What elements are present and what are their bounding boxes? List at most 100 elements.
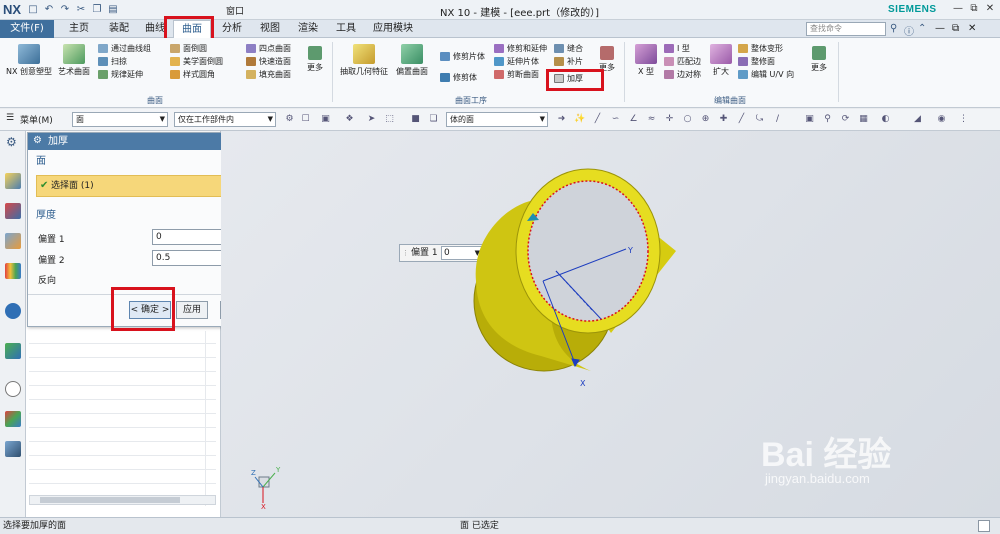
plus-snap-icon[interactable]: ✛ (664, 114, 675, 125)
save-icon[interactable]: □ (26, 3, 40, 16)
type-filter-select[interactable]: 面 ▼ (72, 112, 168, 127)
menu-button[interactable]: 菜单(M) (20, 113, 53, 126)
copy-icon[interactable]: ❐ (90, 3, 104, 16)
extend-sheet-button[interactable]: 延伸片体 (494, 55, 547, 68)
fit-view-icon[interactable]: ▣ (804, 114, 815, 125)
selection-scope-select[interactable]: 仅在工作部件内 ▼ (174, 112, 276, 127)
angle-snap-icon[interactable]: ∠ (628, 114, 639, 125)
close-icon[interactable]: ✕ (982, 2, 998, 16)
settings-icon[interactable]: ⋮ (958, 114, 969, 125)
extract-geometry-button[interactable]: 抽取几何特征 (338, 44, 390, 77)
graphics-window[interactable]: ⋮ 偏置 1 0 ▼ X Y Y X Z Bai 经验 jingyan.baid… (221, 131, 1000, 517)
circle-snap-icon[interactable]: ○ (682, 114, 693, 125)
command-search-input[interactable]: 查找命令 (806, 22, 886, 36)
minimize-icon[interactable]: — (950, 2, 966, 16)
line-snap-icon[interactable]: ╱ (592, 114, 603, 125)
clock-icon[interactable] (5, 381, 21, 397)
tab-applications[interactable]: 应用模块 (368, 20, 418, 38)
styled-blend-button[interactable]: 样式圆角 (170, 68, 223, 81)
edit-uv-button[interactable]: 编辑 U/V 向 (738, 68, 794, 81)
face-rule-select[interactable]: 体的面 ▼ (446, 112, 548, 127)
tangent-snap-icon[interactable]: ⤿ (754, 114, 765, 125)
tab-assembly[interactable]: 装配 (102, 20, 136, 38)
wave-snap-icon[interactable]: ≈ (646, 114, 657, 125)
selection-mode-icon[interactable]: ▣ (320, 114, 331, 125)
tab-home[interactable]: 主页 (62, 20, 96, 38)
through-curves-button[interactable]: 通过曲线组 (98, 42, 151, 55)
part-navigator-icon[interactable] (5, 173, 21, 189)
trim-body-button[interactable]: 修剪体 (440, 67, 485, 88)
role-icon[interactable] (5, 441, 21, 457)
rotate-icon[interactable]: ⟳ (840, 114, 851, 125)
history-icon[interactable] (5, 343, 21, 359)
minimize-doc-icon[interactable]: — (935, 23, 945, 34)
redo-icon[interactable]: ↷ (58, 3, 72, 16)
offset-surface-button[interactable]: 偏置曲面 (392, 44, 432, 77)
curve-snap-icon[interactable]: ∽ (610, 114, 621, 125)
restore-icon[interactable]: ⧉ (966, 2, 982, 16)
rapid-surfacing-button[interactable]: 快速造面 (246, 55, 291, 68)
snap-icon[interactable]: ❖ (344, 114, 355, 125)
body-icon[interactable]: ■ (410, 114, 421, 125)
more-surface-button[interactable]: 更多 (304, 46, 326, 73)
aesthetic-face-blend-button[interactable]: 美学面倒圆 (170, 55, 223, 68)
trim-and-extend-button[interactable]: 修剪和延伸 (494, 42, 547, 55)
paste-icon[interactable]: ▤ (106, 3, 120, 16)
search-icon[interactable]: ⚲ (890, 23, 897, 34)
horizontal-scrollbar[interactable] (29, 495, 216, 505)
filter-icon[interactable]: ⚙ (284, 114, 295, 125)
divide-face-button[interactable]: 剪断曲面 (494, 68, 547, 81)
navigator-list[interactable] (29, 331, 216, 506)
status-info-icon[interactable] (978, 520, 990, 532)
cursor-icon[interactable]: ➤ (366, 114, 377, 125)
trim-sheet-button[interactable]: 修剪片体 (440, 46, 485, 67)
enlarge-button[interactable]: 扩大 (708, 44, 734, 77)
hamburger-icon[interactable]: ☰ (6, 113, 14, 123)
global-shaping-button[interactable]: 整体变形 (738, 42, 794, 55)
tube-part[interactable] (473, 168, 676, 372)
center-snap-icon[interactable]: ⊕ (700, 114, 711, 125)
match-edge-button[interactable]: 匹配边 (664, 55, 701, 68)
sew-button[interactable]: 缝合 (554, 42, 583, 55)
visibility-icon[interactable]: ◉ (936, 114, 947, 125)
render-style-icon[interactable]: ◐ (880, 114, 891, 125)
tab-render[interactable]: 渲染 (292, 20, 324, 38)
arrow-right-icon[interactable]: ➜ (556, 114, 567, 125)
fill-surface-button[interactable]: 填充曲面 (246, 68, 291, 81)
tab-analysis[interactable]: 分析 (216, 20, 248, 38)
cross-snap-icon[interactable]: ✚ (718, 114, 729, 125)
cube-icon[interactable]: ❏ (428, 114, 439, 125)
undo-icon[interactable]: ↶ (42, 3, 56, 16)
swept-button[interactable]: 扫掠 (98, 55, 151, 68)
gear-icon[interactable]: ⚙ (6, 135, 17, 149)
window-menu[interactable]: 窗口 (226, 4, 244, 17)
select-all-icon[interactable]: ☐ (300, 114, 311, 125)
slash-snap-icon[interactable]: ╱ (736, 114, 747, 125)
shaded-cube-icon[interactable]: ◢ (912, 114, 923, 125)
refit-face-button[interactable]: 整修面 (738, 55, 794, 68)
point-snap-icon[interactable]: ✨ (574, 114, 585, 125)
close-doc-icon[interactable]: ✕ (968, 23, 976, 34)
tab-view[interactable]: 视图 (254, 20, 286, 38)
chevron-up-icon[interactable]: ⌃ (918, 23, 926, 34)
scrollbar-thumb[interactable] (40, 497, 180, 503)
dialog-gear-icon[interactable]: ⚙ (33, 135, 42, 146)
cut-icon[interactable]: ✂ (74, 3, 88, 16)
constraint-navigator-icon[interactable] (5, 233, 21, 249)
apply-button[interactable]: 应用 (176, 301, 208, 319)
diagonal-snap-icon[interactable]: ∕ (772, 114, 783, 125)
studio-surface-button[interactable]: 艺术曲面 (56, 44, 92, 77)
system-materials-icon[interactable] (5, 411, 21, 427)
tab-tools[interactable]: 工具 (330, 20, 362, 38)
four-point-surface-button[interactable]: 四点曲面 (246, 42, 291, 55)
x-form-button[interactable]: X 型 (632, 44, 660, 77)
web-browser-icon[interactable] (5, 303, 21, 319)
law-extension-button[interactable]: 规律延伸 (98, 68, 151, 81)
nx-realize-shape-button[interactable]: NX 创意塑型 (6, 44, 52, 77)
edge-symmetry-button[interactable]: 边对称 (664, 68, 701, 81)
assembly-navigator-icon[interactable] (5, 203, 21, 219)
layer-icon[interactable]: ▦ (858, 114, 869, 125)
zoom-icon[interactable]: ⚲ (822, 114, 833, 125)
rectangle-select-icon[interactable]: ⬚ (384, 114, 395, 125)
help-icon[interactable]: ⓘ (904, 23, 914, 38)
